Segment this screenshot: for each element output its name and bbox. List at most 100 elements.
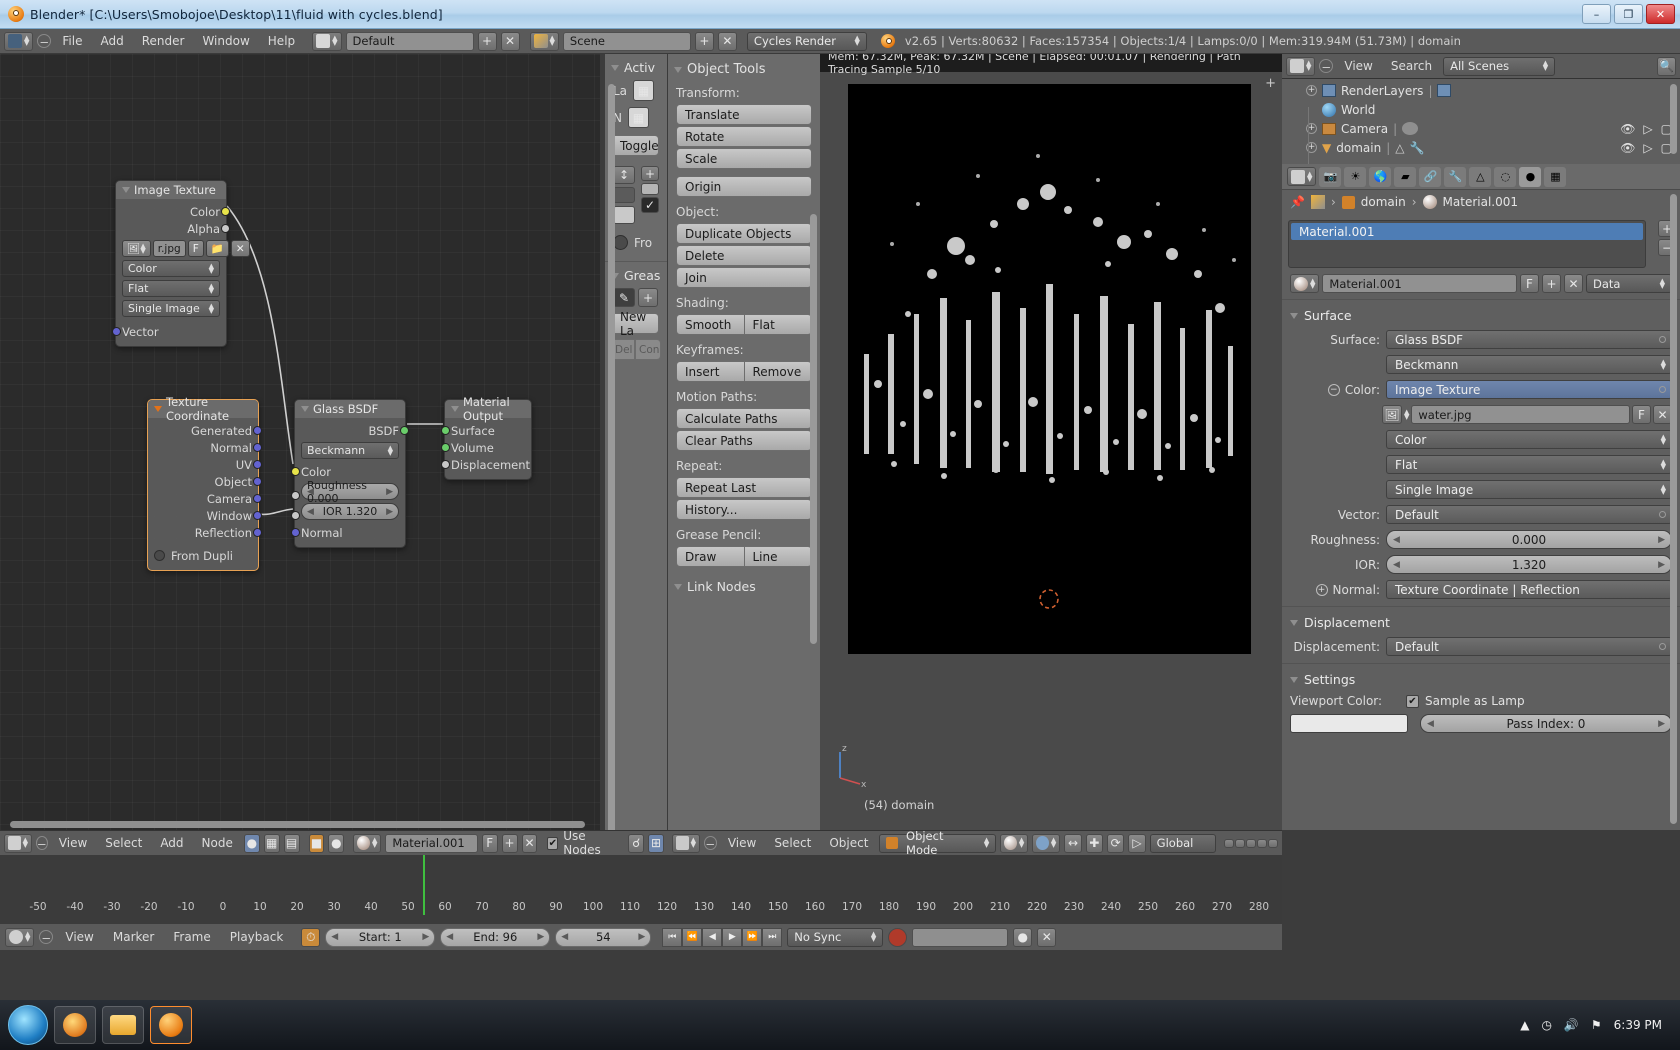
node-glass-bsdf[interactable]: Glass BSDF BSDF Beckmann ▲ ▼ Color ◀ Rou… [291, 399, 409, 548]
node-menu-add[interactable]: Add [153, 833, 190, 853]
use-nodes-checkbox[interactable]: ✔ [547, 836, 559, 850]
collapse-triangle-icon[interactable] [1290, 619, 1298, 626]
node-material-output[interactable]: Material Output Surface Volume Displacem… [441, 395, 532, 480]
layer-2[interactable] [1235, 838, 1245, 848]
tab-data[interactable]: △ [1469, 166, 1492, 187]
colorspace-dropdown[interactable]: Color ▲ ▼ [122, 260, 220, 277]
chevron-right-icon[interactable]: ▶ [1658, 719, 1665, 729]
menu-window[interactable]: Window [195, 31, 256, 51]
expand-panel-icon[interactable]: + [1265, 76, 1276, 91]
socket-window[interactable] [253, 511, 262, 520]
pencil-icon[interactable]: ✎ [613, 288, 635, 307]
tool-shelf-area[interactable]: Activ La ▦ N ▦ Toggle ↕ + ✓ Fro Greas ✎ … [605, 54, 668, 830]
open-image-icon[interactable]: 📁 [205, 240, 229, 257]
layer-5[interactable] [1268, 838, 1278, 848]
shade-smooth-button[interactable]: Smooth [676, 314, 745, 335]
collapse-menu-icon[interactable]: ⚊ [1319, 59, 1334, 73]
add-scene-button[interactable]: + [694, 31, 714, 51]
image-name-field[interactable]: r.jpg [152, 240, 186, 257]
object-tools-header[interactable]: Object Tools [668, 54, 820, 79]
use-nodes-toggle[interactable]: ✔ Use Nodes [547, 829, 614, 857]
chevron-left-icon[interactable]: ◀ [1427, 719, 1434, 729]
scale-button[interactable]: Scale [676, 148, 812, 169]
use-preview-range-icon[interactable]: ⏱ [301, 927, 321, 947]
transform-orientation-dropdown[interactable]: Global [1149, 833, 1216, 853]
delete-screen-layout-button[interactable]: ✕ [500, 31, 520, 51]
socket-surface[interactable] [441, 426, 450, 435]
sync-mode-dropdown[interactable]: No Sync ▲ ▼ [787, 927, 884, 947]
displacement-dropdown[interactable]: Default [1386, 637, 1672, 656]
socket-volume[interactable] [441, 443, 450, 452]
chevron-right-icon[interactable]: ▶ [386, 507, 393, 517]
outliner-item-camera[interactable]: + Camera | 👁 ▷ ▢ [1282, 119, 1680, 138]
camera-visibility-icon[interactable]: 👁 [1620, 122, 1635, 136]
source-dropdown[interactable]: Single Image ▲ ▼ [122, 300, 220, 317]
object-tools-panel[interactable]: Object Tools Transform: Translate Rotate… [668, 54, 820, 830]
node-header[interactable]: Texture Coordinate [148, 395, 258, 423]
pin-icon[interactable]: 📌 [1290, 195, 1305, 209]
modifier-wrench-icon[interactable]: 🔧 [1409, 141, 1424, 155]
node-header[interactable]: Image Texture [116, 181, 226, 199]
add-layer-icon[interactable]: + [638, 288, 658, 307]
chevron-left-icon[interactable]: ◀ [307, 507, 314, 517]
tool-shelf-scrollbar[interactable] [608, 84, 615, 830]
timeline-area[interactable]: -50 -40 -30 -20 -10 0 10 20 30 40 50 60 70 80 90 100 110… [0, 855, 1282, 950]
source-dropdown[interactable]: Single Image ▲ ▼ [1386, 480, 1672, 499]
tab-constraints[interactable]: 🔗 [1419, 166, 1442, 187]
object-shader-toggle[interactable]: ■ [308, 833, 325, 853]
material-fake-user-button[interactable]: F [1520, 274, 1539, 293]
node-input-color[interactable]: Color [291, 463, 399, 480]
collapse-triangle-icon[interactable] [451, 406, 459, 412]
node-output-alpha[interactable]: Alpha [122, 220, 230, 237]
renderlayer-data-icon[interactable] [1437, 84, 1452, 97]
node-output-object[interactable]: Object [154, 473, 262, 490]
socket-alpha[interactable] [221, 224, 230, 233]
socket-object[interactable] [253, 477, 262, 486]
translate-button[interactable]: Translate [676, 104, 812, 125]
texture-nodes-toggle[interactable]: ▦ [263, 833, 280, 853]
timeline-ruler[interactable]: -50 -40 -30 -20 -10 0 10 20 30 40 50 60 70 80 90 100 110… [0, 855, 1282, 915]
timeline-marker-menu[interactable]: Marker [106, 927, 161, 947]
node-fake-user-button[interactable]: F [481, 833, 498, 853]
delete-keyframe-icon[interactable]: ✕ [1037, 927, 1057, 947]
auto-keyframe-button[interactable] [888, 927, 908, 947]
layer-1[interactable] [1224, 838, 1234, 848]
node-material-name-field[interactable]: Material.001 [385, 833, 478, 853]
screen-layout-field[interactable]: Default [345, 31, 474, 51]
unlink-image-icon[interactable]: ✕ [230, 240, 250, 257]
convert-layer-button[interactable]: Con [635, 339, 661, 360]
properties-editor-type-selector[interactable]: ▲ ▼ [1287, 167, 1317, 186]
properties-scrollbar[interactable] [1670, 194, 1677, 824]
image-browse-button[interactable]: 🖼 ▲ ▼ [122, 240, 151, 257]
scene-icon-button[interactable]: ▲ ▼ [529, 31, 559, 51]
shader-nodes-toggle[interactable]: ● [243, 833, 260, 853]
current-frame-field[interactable]: ◀ 54 ▶ [555, 927, 652, 947]
editor-type-selector[interactable]: ▲ ▼ [4, 31, 34, 51]
active-tool-panel-header[interactable]: Activ [605, 54, 667, 77]
collapse-menu-icon[interactable]: ⚊ [704, 836, 717, 850]
material-slot-list[interactable]: Material.001 [1288, 220, 1646, 268]
scene-name-field[interactable]: Scene [562, 31, 691, 51]
node-output-bsdf[interactable]: BSDF [301, 422, 409, 439]
timeline-frame-menu[interactable]: Frame [166, 927, 217, 947]
view-menu[interactable]: View [721, 833, 763, 853]
socket-uv[interactable] [253, 460, 262, 469]
active-keying-set-field[interactable] [912, 927, 1009, 947]
viewport-shading-selector[interactable]: ▲ ▼ [1000, 833, 1029, 853]
taskbar-item-browser[interactable] [54, 1006, 96, 1044]
taskbar-item-explorer[interactable] [102, 1006, 144, 1044]
chevron-right-icon[interactable]: ▶ [422, 932, 429, 942]
node-output-generated[interactable]: Generated [154, 422, 262, 439]
surface-shader-dropdown[interactable]: Glass BSDF [1386, 330, 1672, 349]
jump-to-end-button[interactable]: ⏭ [762, 927, 783, 947]
ior-slider[interactable]: ◀ IOR 1.320 ▶ [301, 503, 399, 520]
from-dupli-option[interactable]: From Dupli [154, 547, 252, 564]
menu-file[interactable]: File [55, 31, 89, 51]
origin-button[interactable]: Origin [676, 176, 812, 197]
roughness-slider[interactable]: ◀ 0.000 ▶ [1386, 530, 1672, 549]
node-input-surface[interactable]: Surface [441, 422, 525, 439]
gpencil-draw-button[interactable]: Draw [676, 546, 745, 567]
expand-icon[interactable]: + [1306, 85, 1317, 96]
chevron-left-icon[interactable]: ◀ [446, 932, 453, 942]
collapse-menu-icon[interactable]: ⚊ [37, 34, 52, 48]
